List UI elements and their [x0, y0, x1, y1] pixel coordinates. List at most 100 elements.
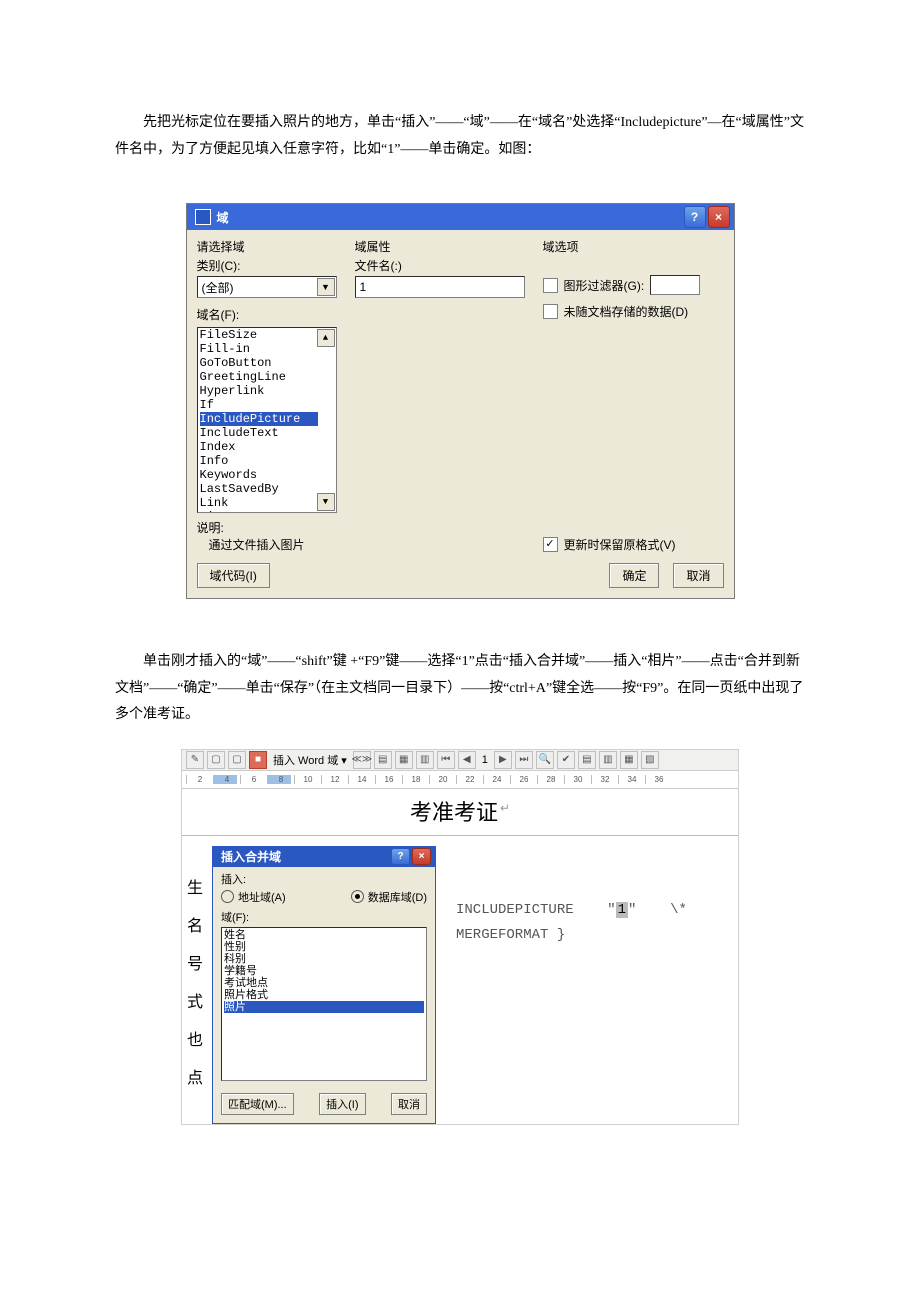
nav-prev-icon[interactable]: ◀: [458, 751, 476, 769]
toolbar-icon[interactable]: ✎: [186, 751, 204, 769]
list-item[interactable]: 考试地点: [224, 977, 424, 989]
category-select[interactable]: (全部) ▼: [197, 276, 337, 298]
list-item[interactable]: 照片格式: [224, 989, 424, 1001]
merge-field-list[interactable]: 姓名 性别 科别 学籍号 考试地点 照片格式 照片: [221, 927, 427, 1081]
field-code-button[interactable]: 域代码(I): [197, 563, 270, 588]
dialog-titlebar: 域 ? ×: [187, 204, 734, 230]
list-item[interactable]: LastSavedBy: [200, 482, 318, 496]
filter-label: 图形过滤器(G):: [564, 277, 645, 294]
cancel-button[interactable]: 取消: [673, 563, 723, 588]
ruler-tick: 4: [213, 775, 237, 784]
record-number[interactable]: 1: [479, 754, 491, 766]
toolbar-icon[interactable]: ▦: [620, 751, 638, 769]
list-item[interactable]: GreetingLine: [200, 370, 318, 384]
fc-switch: \*: [670, 902, 687, 918]
toolbar-icon[interactable]: ✔: [557, 751, 575, 769]
list-item[interactable]: Keywords: [200, 468, 318, 482]
toolbar-icon[interactable]: ▥: [599, 751, 617, 769]
match-fields-button[interactable]: 匹配域(M)...: [221, 1093, 294, 1115]
field-prop-label: 域属性: [355, 238, 525, 255]
nostore-label: 未随文档存储的数据(D): [564, 303, 689, 320]
toolbar-icon[interactable]: ▢: [207, 751, 225, 769]
toolbar-icon[interactable]: ▥: [416, 751, 434, 769]
toolbar-icon[interactable]: ≪≫: [353, 751, 371, 769]
help-button[interactable]: ?: [684, 206, 706, 228]
list-item[interactable]: Index: [200, 440, 318, 454]
toolbar-icon[interactable]: ■: [249, 751, 267, 769]
cancel-button[interactable]: 取消: [391, 1093, 427, 1115]
list-item[interactable]: ListNum: [200, 510, 318, 513]
list-item[interactable]: If: [200, 398, 318, 412]
dialog-icon: [195, 209, 211, 225]
horizontal-ruler: 2 4 6 8 10 12 14 16 18 20 22 24 26 28 30…: [182, 771, 738, 789]
toolbar-icon[interactable]: ▢: [228, 751, 246, 769]
description-text: 通过文件插入图片: [197, 536, 337, 553]
preserve-format-checkbox[interactable]: ✓: [543, 537, 558, 552]
toolbar-icon[interactable]: ▧: [641, 751, 659, 769]
toolbar-icon[interactable]: ▦: [395, 751, 413, 769]
filter-input[interactable]: [650, 275, 700, 295]
list-item[interactable]: FileSize: [200, 328, 318, 342]
filename-input[interactable]: 1: [355, 276, 525, 298]
insert-button[interactable]: 插入(I): [319, 1093, 365, 1115]
vlabel: 生: [187, 874, 203, 898]
insert-label: 插入:: [221, 871, 427, 887]
nav-next-icon[interactable]: ▶: [494, 751, 512, 769]
ruler-tick: 32: [591, 775, 615, 784]
filter-checkbox[interactable]: [543, 278, 558, 293]
ok-button[interactable]: 确定: [609, 563, 659, 588]
field-name-label: 域名(F):: [197, 306, 337, 323]
list-item[interactable]: 性别: [224, 941, 424, 953]
vlabel: 式: [187, 988, 203, 1012]
close-button[interactable]: ×: [412, 848, 431, 865]
list-item[interactable]: 学籍号: [224, 965, 424, 977]
ruler-tick: 28: [537, 775, 561, 784]
list-item[interactable]: Hyperlink: [200, 384, 318, 398]
scroll-up-icon[interactable]: ▲: [317, 329, 335, 347]
database-field-radio[interactable]: 数据库域(D): [351, 889, 427, 905]
list-item-selected[interactable]: 照片: [224, 1001, 424, 1013]
fc-include: INCLUDEPICTURE: [456, 902, 574, 918]
nav-first-icon[interactable]: ⏮: [437, 751, 455, 769]
vertical-labels: 生 名 号 式 也 点: [182, 840, 208, 1088]
field-name-list[interactable]: ▲ FileSize Fill-in GoToButton GreetingLi…: [197, 327, 337, 513]
dropdown-arrow-icon[interactable]: ▼: [317, 278, 335, 296]
list-item[interactable]: Link: [200, 496, 318, 510]
ruler-tick: 34: [618, 775, 642, 784]
ruler-tick: 36: [645, 775, 669, 784]
nav-last-icon[interactable]: ⏭: [515, 751, 533, 769]
fc-mergeformat: MERGEFORMAT }: [456, 923, 687, 948]
list-item-selected[interactable]: IncludePicture: [200, 412, 318, 426]
ruler-tick: 20: [429, 775, 453, 784]
list-item[interactable]: Info: [200, 454, 318, 468]
paragraph-1: 先把光标定位在要插入照片的地方，单击“插入”——“域”——在“域名”处选择“In…: [115, 110, 805, 163]
ruler-tick: 6: [240, 775, 264, 784]
list-item[interactable]: IncludeText: [200, 426, 318, 440]
scroll-down-icon[interactable]: ▼: [317, 493, 335, 511]
insert-merge-field-dialog: 插入合并域 ? × 插入: 地址域(A) 数: [212, 846, 436, 1124]
dialog2-titlebar: 插入合并域 ? ×: [213, 847, 435, 867]
ruler-tick: 8: [267, 775, 291, 784]
list-item[interactable]: 科别: [224, 953, 424, 965]
toolbar-icon[interactable]: ▤: [374, 751, 392, 769]
ruler-tick: 2: [186, 775, 210, 784]
list-item[interactable]: 姓名: [224, 929, 424, 941]
category-value: (全部): [202, 279, 234, 296]
ruler-tick: 12: [321, 775, 345, 784]
description-label: 说明:: [197, 519, 337, 536]
dialog-title: 域: [217, 209, 229, 226]
toolbar-icon[interactable]: 🔍: [536, 751, 554, 769]
help-button[interactable]: ?: [391, 848, 410, 865]
filename-value: 1: [360, 280, 367, 294]
nostore-checkbox[interactable]: [543, 304, 558, 319]
insert-word-field-label[interactable]: 插入 Word 域 ▾: [270, 752, 350, 768]
list-item[interactable]: GoToButton: [200, 356, 318, 370]
list-item[interactable]: Fill-in: [200, 342, 318, 356]
select-field-label: 请选择域: [197, 238, 337, 255]
field-options-label: 域选项: [543, 238, 724, 255]
toolbar-icon[interactable]: ▤: [578, 751, 596, 769]
ruler-tick: 30: [564, 775, 588, 784]
close-button[interactable]: ×: [708, 206, 730, 228]
address-field-radio[interactable]: 地址域(A): [221, 889, 286, 905]
vlabel: 号: [187, 950, 203, 974]
